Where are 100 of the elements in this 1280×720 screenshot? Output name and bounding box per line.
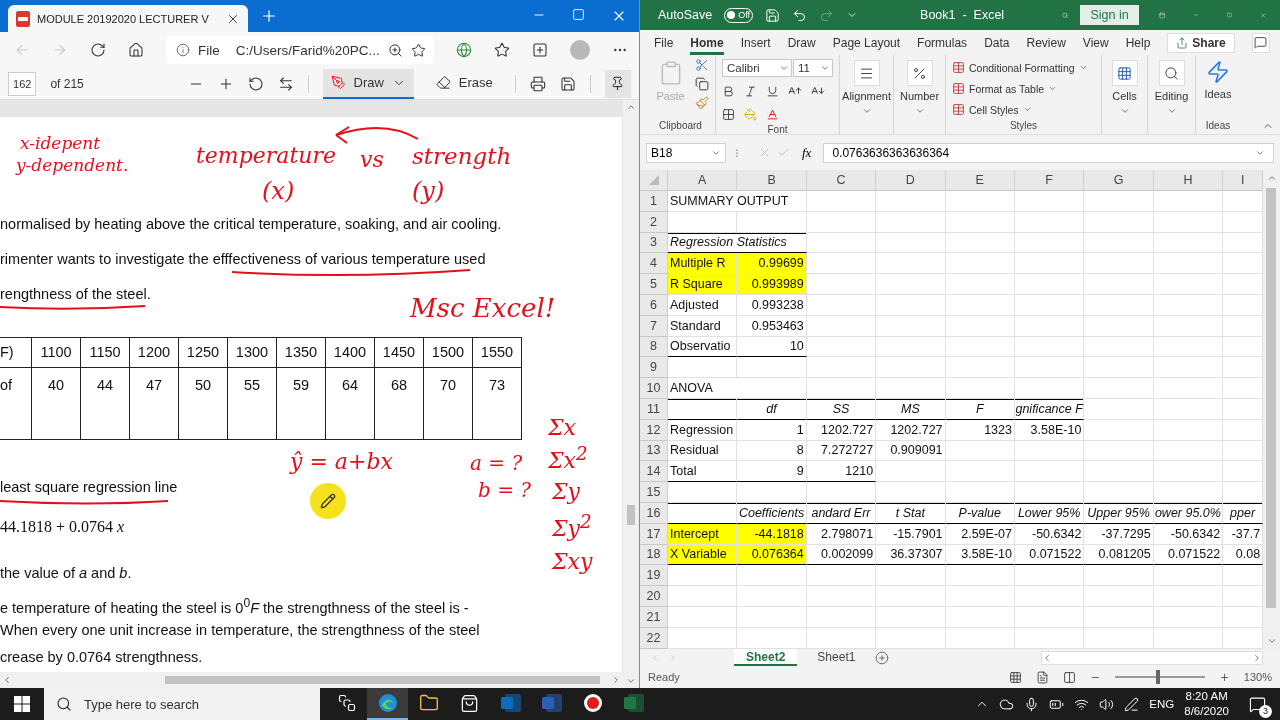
spreadsheet-cell[interactable] [876,336,946,358]
ribbon-tab[interactable]: Review [1026,30,1066,55]
highlighted-cell[interactable]: 0.076364 [737,544,807,566]
pin-button[interactable] [604,69,631,98]
scroll-right-icon[interactable] [1252,652,1262,663]
spreadsheet-app-icon[interactable] [623,694,644,712]
zoom-level[interactable]: 130% [1243,671,1272,683]
insert-function-button[interactable]: fx [802,144,812,161]
spreadsheet-cell[interactable]: Observatio [668,336,738,358]
row-header[interactable]: 15 [640,482,668,503]
spreadsheet-cell[interactable] [668,627,738,649]
undo-icon[interactable] [792,7,808,23]
spreadsheet-cell[interactable] [806,357,877,379]
spreadsheet-cell[interactable] [1084,315,1154,337]
scroll-left-icon[interactable] [1042,652,1052,663]
formula-input[interactable]: 0.0763636363636364 [823,142,1274,163]
spreadsheet-cell[interactable]: Standard [668,315,738,337]
spreadsheet-cell[interactable] [1084,336,1154,358]
language-indicator[interactable]: ENG [1149,698,1175,710]
spreadsheet-cell[interactable] [806,378,877,399]
scroll-thumb[interactable] [1266,188,1276,608]
spreadsheet-cell[interactable] [806,274,877,295]
row-header[interactable]: 22 [640,627,668,649]
spreadsheet-cell[interactable]: Regression [668,419,738,441]
clock[interactable]: 8:20 AM 8/6/2020 [1184,689,1229,719]
spreadsheet-cell[interactable]: 9 [737,461,807,483]
styles-menu-button[interactable]: Cell Styles [952,100,1095,119]
spreadsheet-cell[interactable] [876,253,946,275]
table-icon[interactable] [952,103,965,116]
scroll-down-icon[interactable] [1266,636,1277,646]
percent-icon[interactable] [912,65,927,81]
spreadsheet-cell[interactable] [1084,378,1154,399]
spreadsheet-cell[interactable]: MS [876,398,946,420]
vertical-scrollbar[interactable] [623,100,639,688]
spreadsheet-cell[interactable] [1084,606,1154,628]
spreadsheet-cell[interactable] [945,274,1015,295]
row-header[interactable]: 18 [640,544,668,566]
copy-icon[interactable] [695,77,709,91]
spreadsheet-cell[interactable] [1014,586,1085,607]
spreadsheet-cell[interactable] [1153,357,1224,379]
ribbon-tab[interactable]: Home [690,30,724,55]
spreadsheet-cell[interactable]: Upper 95% [1084,502,1154,524]
document-app-icon[interactable] [541,694,562,712]
spreadsheet-cell[interactable] [945,586,1015,607]
browser-logo-icon[interactable] [377,693,398,713]
spreadsheet-cell[interactable] [668,502,738,524]
row-header[interactable]: 5 [640,274,668,295]
styles-menu-button[interactable]: Format as Table [952,79,1095,98]
fill-color-icon[interactable] [744,107,757,121]
cancel-icon[interactable] [758,146,771,159]
spreadsheet-cell[interactable] [876,627,946,649]
spreadsheet-cell[interactable] [1084,586,1154,607]
chevron-down-icon[interactable] [1078,63,1088,72]
editing-button[interactable]: Editing [1154,58,1189,134]
spreadsheet-cell[interactable] [806,191,877,212]
spreadsheet-cell[interactable] [1014,461,1085,483]
page-layout-icon[interactable] [1035,670,1049,684]
spreadsheet-cell[interactable] [1153,461,1224,483]
spreadsheet-cell[interactable] [876,191,946,212]
chevron-down-icon[interactable] [1022,105,1032,114]
rotate-icon[interactable] [247,75,264,92]
highlighted-cell[interactable]: X Variable [668,544,738,566]
ribbon-tab[interactable]: Page Layout [832,30,901,55]
row-header[interactable]: 16 [640,502,668,524]
spreadsheet-cell[interactable] [876,565,946,587]
spreadsheet-cell[interactable] [1223,419,1263,441]
spreadsheet-cell[interactable] [1014,191,1085,212]
align-lines-icon[interactable] [859,65,874,81]
spreadsheet-cell[interactable] [668,211,738,233]
spreadsheet-cell[interactable] [1223,461,1263,483]
ribbon-tab[interactable]: View [1082,30,1109,55]
grid-icon[interactable] [1117,65,1132,81]
horizontal-scrollbar[interactable] [0,672,623,688]
wifi-icon[interactable] [1074,696,1090,712]
spreadsheet-cell[interactable] [737,606,807,628]
spreadsheet-cell[interactable]: 0.909091 [876,440,946,462]
row-header[interactable]: 21 [640,606,668,628]
record-icon[interactable] [582,693,603,713]
highlighted-cell[interactable]: -44.1818 [737,523,807,545]
spreadsheet-cell[interactable] [668,398,738,420]
spreadsheet-cell[interactable] [668,357,738,379]
spreadsheet-cell[interactable]: 1210 [806,461,877,483]
highlighted-cell[interactable]: Intercept [668,523,738,545]
sheet-prev-icon[interactable] [650,652,660,663]
spreadsheet-cell[interactable] [1014,482,1085,503]
spreadsheet-cell[interactable] [945,461,1015,483]
spreadsheet-cell[interactable] [1153,274,1224,295]
sign-in-button[interactable]: Sign in [1080,5,1139,25]
spreadsheet-cell[interactable] [668,565,738,587]
spreadsheet-cell[interactable] [1153,482,1224,503]
spreadsheet-cell[interactable] [876,378,946,399]
fit-width-icon[interactable] [277,75,294,92]
spreadsheet-cell[interactable] [1014,565,1085,587]
row-header[interactable]: 1 [640,191,668,212]
ribbon-tab[interactable]: Formulas [917,30,968,55]
spreadsheet-cell[interactable] [945,253,1015,275]
spreadsheet-cell[interactable] [1084,357,1154,379]
comment-icon[interactable] [1254,36,1268,49]
spreadsheet-cell[interactable] [1084,461,1154,483]
globe-icon[interactable] [456,42,472,58]
